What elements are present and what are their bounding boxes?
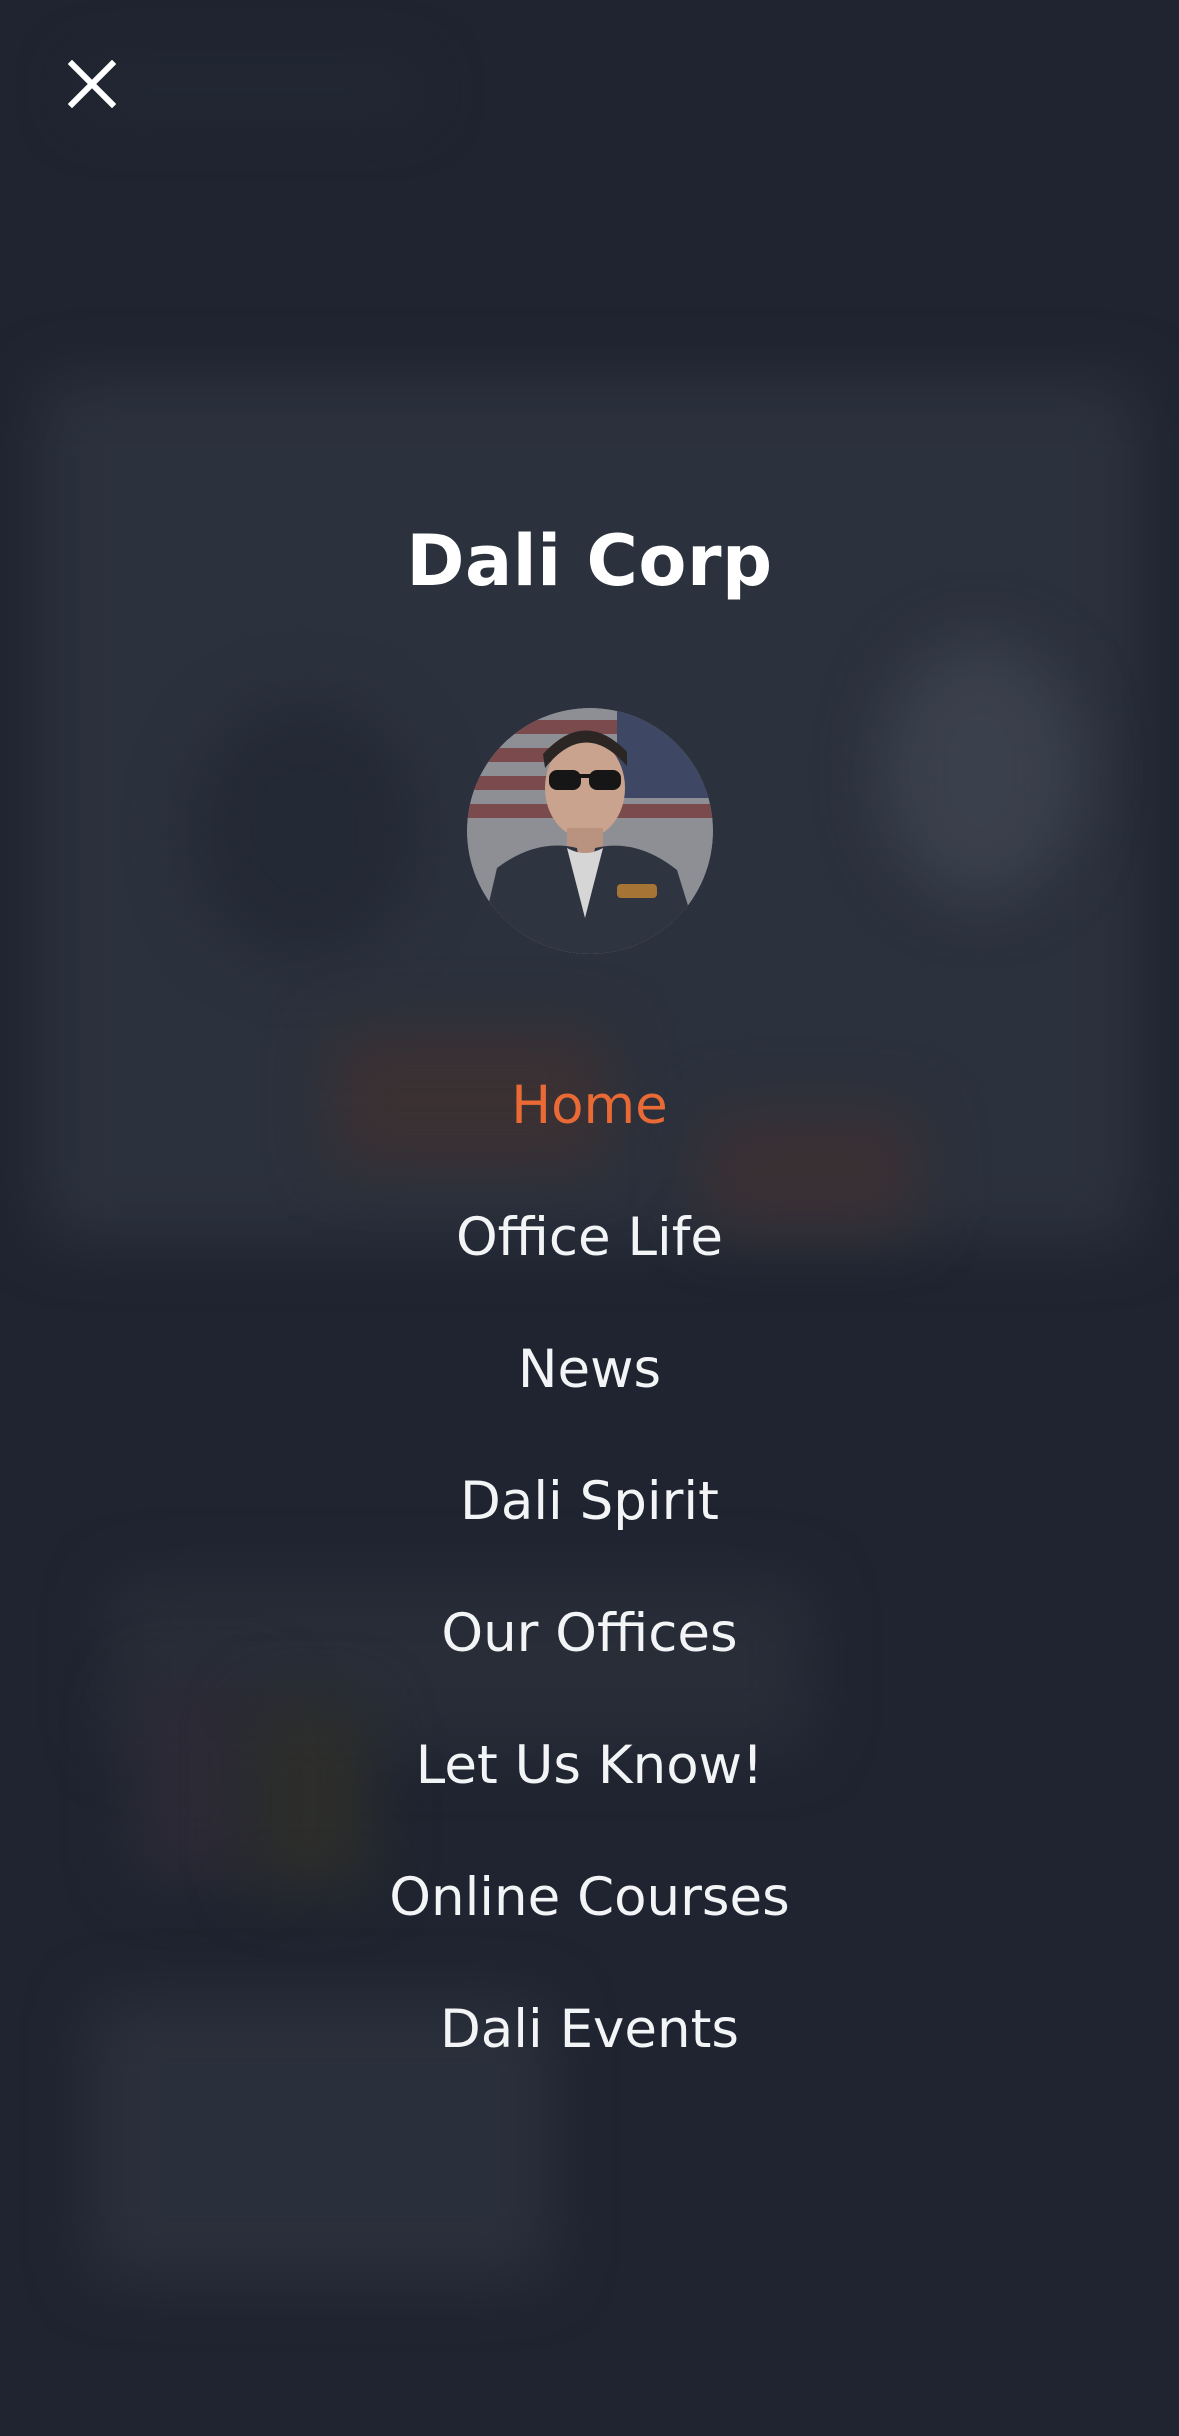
background-shape (190, 700, 420, 960)
avatar-photo (467, 708, 713, 954)
menu-item-online-courses[interactable]: Online Courses (290, 1832, 890, 1964)
menu-item-dali-spirit[interactable]: Dali Spirit (290, 1436, 890, 1568)
close-icon (68, 60, 116, 108)
menu-item-office-life[interactable]: Office Life (290, 1172, 890, 1304)
menu-item-home[interactable]: Home (290, 1040, 890, 1172)
close-button[interactable] (50, 42, 134, 126)
brand-name: Dali Corp (406, 520, 773, 602)
menu-item-let-us-know[interactable]: Let Us Know! (290, 1700, 890, 1832)
main-menu: Home Office Life News Dali Spirit Our Of… (0, 1040, 1179, 2096)
background-shape (880, 640, 1080, 900)
menu-item-dali-events[interactable]: Dali Events (290, 1964, 890, 2096)
menu-item-news[interactable]: News (290, 1304, 890, 1436)
menu-item-our-offices[interactable]: Our Offices (290, 1568, 890, 1700)
avatar[interactable] (467, 708, 713, 954)
